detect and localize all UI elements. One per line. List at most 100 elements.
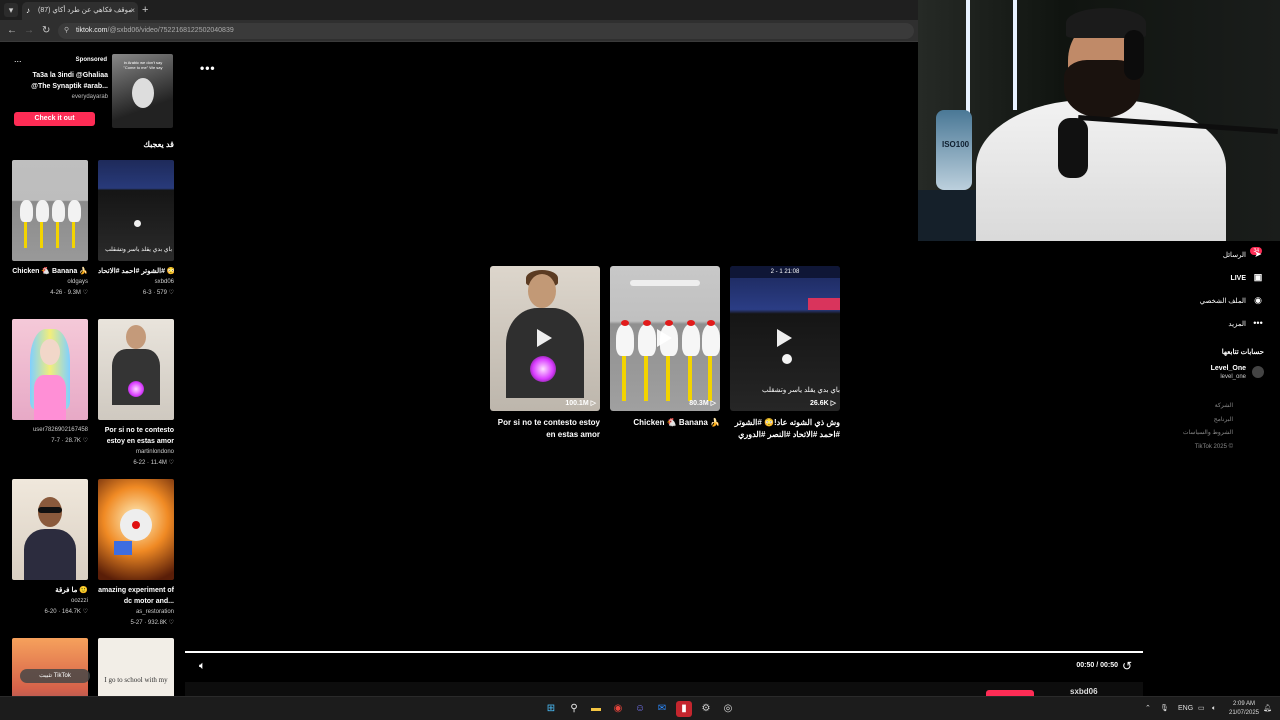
- footer-link-company[interactable]: الشركة: [1183, 400, 1233, 414]
- led-light: [1013, 0, 1017, 110]
- video-card-meta: 6-3 · 579 ♡: [142, 290, 174, 296]
- url-field[interactable]: ⚲ tiktok.com/@sxbd06/video/7522168122502…: [58, 23, 914, 39]
- nav-live[interactable]: LIVE ▣: [1230, 269, 1264, 285]
- avatar-icon: ◉: [1254, 295, 1262, 305]
- end-screen-video[interactable]: 100.1M ▷ Por si no te contesto estoy en …: [490, 266, 600, 441]
- video-card[interactable]: user7826902167458 7-7 · 28.7K ♡: [12, 319, 88, 446]
- video-thumbnail[interactable]: [98, 319, 174, 420]
- author-username[interactable]: sxbd06: [1070, 687, 1098, 696]
- new-tab-button[interactable]: +: [142, 3, 148, 17]
- ad-title[interactable]: Ta3a la 3indi @Ghaliaa @The Synaptik #ar…: [12, 70, 108, 92]
- video-card-author[interactable]: as_restoration: [98, 607, 174, 618]
- playback-time: 00:50 / 00:50: [1076, 662, 1118, 669]
- video-card-author[interactable]: user7826902167458: [12, 425, 88, 436]
- app-icon[interactable]: ▮: [676, 701, 692, 717]
- video-thumbnail[interactable]: [12, 160, 88, 261]
- microphone-icon[interactable]: 🎙︎: [1160, 702, 1169, 716]
- search-icon[interactable]: ⚲: [566, 701, 582, 717]
- replay-icon[interactable]: ↺: [1122, 659, 1132, 673]
- following-accounts-heading: حسابات تتابعها: [1221, 349, 1264, 356]
- windows-start-icon[interactable]: ⊞: [543, 701, 559, 717]
- browser-tab-bar: ▾ ♪ موقف فكاهي عن طرد أكاي (87) × +: [0, 0, 918, 20]
- language-indicator[interactable]: ENG: [1178, 702, 1193, 716]
- end-screen-video[interactable]: 2 - 1 21:08 باي بدي يقلد ياسر وتشقلب 26.…: [730, 266, 840, 441]
- video-thumbnail[interactable]: باي بدي يقلد ياسر وتشقلب: [98, 160, 174, 261]
- footer-link-program[interactable]: البرنامج: [1183, 414, 1233, 428]
- video-card-title[interactable]: ما فرقة 🙂: [12, 585, 88, 596]
- file-explorer-icon[interactable]: ▬: [588, 701, 604, 717]
- video-card[interactable]: باي بدي يقلد ياسر وتشقلب وش ذي الشوته عا…: [98, 160, 174, 298]
- video-thumbnail[interactable]: [98, 479, 174, 580]
- nav-messages[interactable]: الرسائل ➤: [1223, 246, 1264, 262]
- video-progress-bar[interactable]: [185, 651, 1143, 653]
- reload-icon[interactable]: ↻: [42, 24, 50, 38]
- browser-tab[interactable]: ♪ موقف فكاهي عن طرد أكاي (87) ×: [22, 2, 138, 20]
- video-card-title[interactable]: وش ذي الشوته عاد!😳 #الشوتر #احمد #الاتحا…: [98, 266, 174, 277]
- speaker-icon[interactable]: 🔈︎: [1212, 702, 1216, 716]
- forward-arrow-icon[interactable]: →: [24, 24, 34, 38]
- chrome-icon[interactable]: ◉: [610, 701, 626, 717]
- video-card-author[interactable]: sxbd06: [98, 277, 174, 288]
- nav-profile[interactable]: الملف الشخصي ◉: [1200, 292, 1264, 308]
- ad-handle[interactable]: everydayarab: [12, 94, 108, 100]
- back-arrow-icon[interactable]: ←: [7, 24, 17, 38]
- ad-more-icon[interactable]: ...: [14, 54, 22, 64]
- video-card[interactable]: I go to school with my: [98, 638, 174, 696]
- play-icon[interactable]: [657, 329, 672, 347]
- video-card-title[interactable]: Chicken 🐔 Banana 🍌: [12, 266, 88, 277]
- obs-icon[interactable]: ◎: [720, 701, 736, 717]
- volume-icon[interactable]: 🔈︎: [199, 660, 206, 673]
- discord-icon[interactable]: ☺: [632, 701, 648, 717]
- clock-time: 2:09 AM: [1232, 701, 1255, 707]
- video-card-author[interactable]: martinlondono: [98, 447, 174, 458]
- outlook-icon[interactable]: ✉: [654, 701, 670, 717]
- video-card-title[interactable]: amazing experiment of dc motor and...: [98, 585, 174, 607]
- steam-icon[interactable]: ⚙: [698, 701, 714, 717]
- tab-close-button[interactable]: ×: [130, 2, 135, 20]
- card-date: 6-3: [142, 290, 152, 296]
- video-card[interactable]: [12, 638, 88, 696]
- video-card-title[interactable]: Por si no te contesto estoy en estas amo…: [98, 425, 174, 447]
- footer-link-terms[interactable]: الشروط والسياسات: [1183, 427, 1233, 441]
- followed-account-handle[interactable]: level_one: [1211, 373, 1246, 382]
- sponsored-ad[interactable]: ... Sponsored Ta3a la 3indi @Ghaliaa @Th…: [12, 54, 174, 128]
- card-date: 5-27: [130, 620, 143, 626]
- nav-messages-label: الرسائل: [1222, 252, 1246, 259]
- system-clock[interactable]: 2:09 AM 21/07/2025: [1228, 700, 1260, 718]
- network-icon[interactable]: ▭: [1198, 702, 1205, 716]
- video-card[interactable]: Chicken 🐔 Banana 🍌 oldgays 4-26 · 9.3M ♡: [12, 160, 88, 298]
- nav-more[interactable]: المزيد •••: [1228, 315, 1264, 331]
- followed-account[interactable]: Level_One level_one: [1211, 364, 1264, 382]
- play-icon[interactable]: [777, 329, 792, 347]
- followed-account-name[interactable]: Level_One: [1211, 364, 1246, 373]
- end-screen-video[interactable]: 80.3M ▷ Chicken 🐔 Banana 🍌: [610, 266, 720, 429]
- video-thumbnail[interactable]: 2 - 1 21:08 باي بدي يقلد ياسر وتشقلب 26.…: [730, 266, 840, 411]
- video-thumbnail[interactable]: [12, 319, 88, 420]
- video-thumbnail[interactable]: [12, 479, 88, 580]
- install-tiktok-button[interactable]: تثبيت TikTok: [20, 669, 90, 683]
- video-thumbnail[interactable]: I go to school with my: [98, 638, 174, 696]
- site-info-icon[interactable]: ⚲: [64, 23, 69, 39]
- play-icon[interactable]: [537, 329, 552, 347]
- notification-icon[interactable]: 🔔︎: [1263, 702, 1272, 716]
- video-thumbnail[interactable]: 100.1M ▷: [490, 266, 600, 411]
- nav-profile-label: الملف الشخصي: [1199, 298, 1246, 305]
- video-thumbnail[interactable]: [12, 638, 88, 696]
- video-title[interactable]: وش ذي الشوته عاد!😳 #الشوتر #احمد #الاتحا…: [730, 417, 840, 441]
- ad-thumbnail[interactable]: in Arabic we don't say "Come to me" We s…: [112, 54, 173, 128]
- video-thumbnail[interactable]: 80.3M ▷: [610, 266, 720, 411]
- tab-list-button[interactable]: ▾: [4, 3, 18, 17]
- video-card[interactable]: Por si no te contesto estoy en estas amo…: [98, 319, 174, 468]
- tray-overflow-icon[interactable]: ⌃: [1145, 702, 1151, 716]
- followed-account-avatar[interactable]: [1252, 366, 1264, 378]
- more-options-icon[interactable]: •••: [200, 61, 216, 75]
- video-card[interactable]: amazing experiment of dc motor and... as…: [98, 479, 174, 628]
- check-it-out-button[interactable]: Check it out: [14, 112, 95, 126]
- footer-copyright: TikTok 2025 ©: [1194, 443, 1233, 450]
- video-card-author[interactable]: oldgays: [12, 277, 88, 288]
- video-title[interactable]: Por si no te contesto estoy en estas amo…: [490, 417, 600, 441]
- video-card[interactable]: ما فرقة 🙂 oozzzi 6-20 · 164.7K ♡: [12, 479, 88, 617]
- video-overlay-text: باي بدي يقلد ياسر وتشقلب: [105, 247, 172, 253]
- video-title[interactable]: Chicken 🐔 Banana 🍌: [610, 417, 720, 429]
- video-card-author[interactable]: oozzzi: [12, 596, 88, 607]
